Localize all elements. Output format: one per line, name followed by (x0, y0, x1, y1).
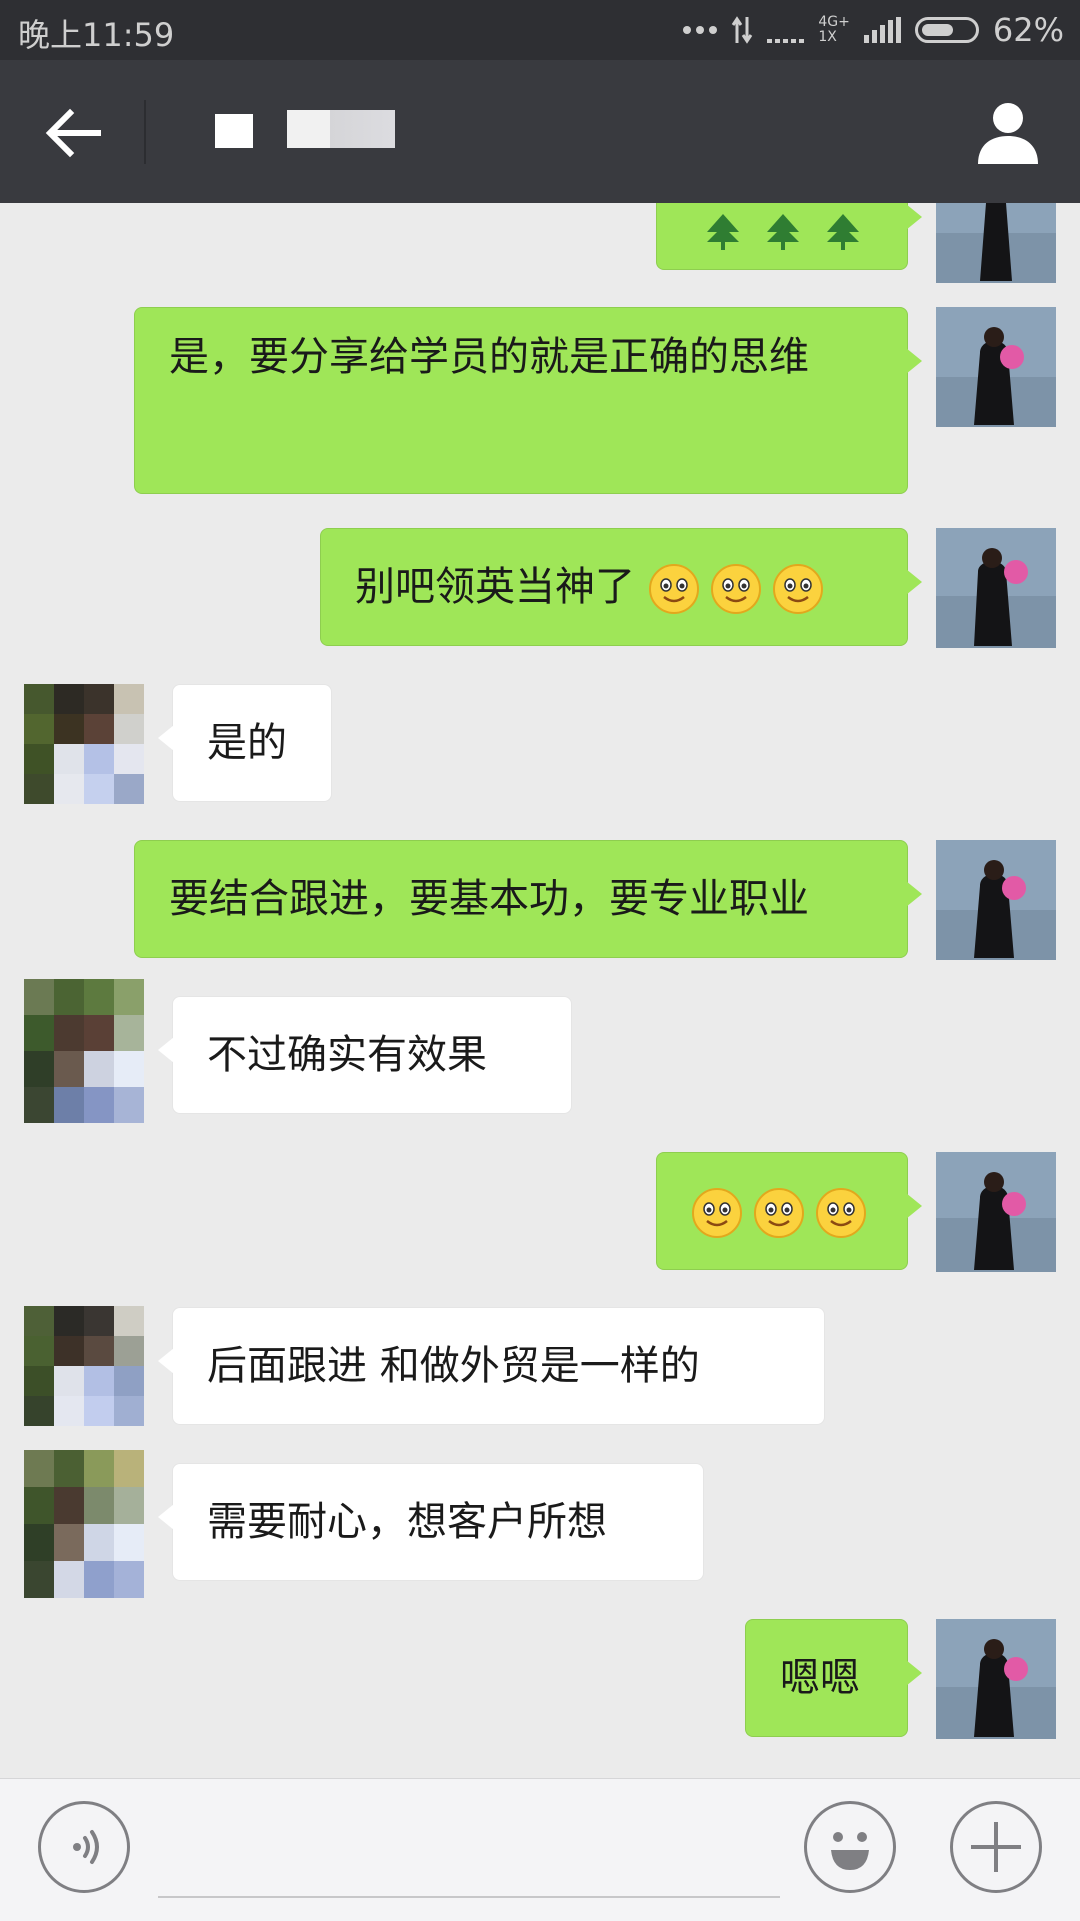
my-avatar[interactable] (936, 528, 1056, 648)
message-bubble-contact[interactable]: 后面跟进 和做外贸是一样的 (158, 1307, 825, 1425)
message-text: 别吧领英当神了 (355, 564, 635, 610)
message-bubble-mine[interactable]: 要结合跟进，要基本功，要专业职业 (134, 840, 922, 958)
smile-emoji-icon (754, 1188, 804, 1238)
more-options-button[interactable] (950, 1801, 1042, 1893)
emoji-button[interactable] (804, 1801, 896, 1893)
status-icons: 4G+ 1X 62% (683, 8, 1064, 52)
message-input[interactable] (158, 1896, 780, 1898)
status-time: 晚上11:59 (18, 16, 175, 54)
my-avatar[interactable] (936, 1619, 1056, 1739)
contact-avatar[interactable] (24, 684, 144, 804)
smile-emoji-icon (772, 564, 823, 614)
smile-emoji-icon (692, 1188, 742, 1238)
message-bubble-mine[interactable]: 别吧领英当神了 (320, 528, 922, 646)
battery-percent: 62% (992, 11, 1064, 49)
message-bubble-contact[interactable]: 是的 (158, 684, 332, 802)
contact-avatar[interactable] (24, 1306, 144, 1426)
my-avatar[interactable] (936, 307, 1056, 427)
message-text: 是的 (207, 720, 287, 766)
contact-avatar[interactable] (24, 1450, 144, 1598)
back-arrow-icon[interactable] (38, 98, 108, 168)
chat-messages[interactable]: 是，要分享给学员的就是正确的思维 别吧领英当神了 是的 要结合跟进，要基本功，要… (0, 203, 1080, 1778)
contact-avatar[interactable] (24, 979, 144, 1123)
message-bubble-contact[interactable]: 需要耐心，想客户所想 (158, 1463, 704, 1581)
message-bubble-contact[interactable]: 不过确实有效果 (158, 996, 572, 1114)
emoji-icon (831, 1832, 869, 1870)
status-bar: 晚上11:59 4G+ 1X 62% (0, 0, 1080, 60)
message-text: 要结合跟进，要基本功，要专业职业 (169, 876, 809, 922)
voice-button[interactable] (38, 1801, 130, 1893)
input-bar (0, 1778, 1080, 1921)
person-icon[interactable] (974, 98, 1042, 166)
message-bubble-mine[interactable] (656, 1152, 922, 1270)
message-text: 是，要分享给学员的就是正确的思维 (169, 334, 809, 380)
notification-dots-icon (683, 26, 718, 34)
my-avatar[interactable] (936, 203, 1056, 283)
my-avatar[interactable] (936, 840, 1056, 960)
signal-4g-icon (767, 17, 805, 43)
data-transfer-icon (732, 16, 753, 44)
redacted-contact-name-2 (287, 110, 395, 148)
message-bubble-mine[interactable]: 是，要分享给学员的就是正确的思维 (134, 307, 922, 494)
message-text: 需要耐心，想客户所想 (207, 1499, 607, 1545)
plus-icon (971, 1822, 1021, 1872)
emoji-group (691, 1187, 867, 1239)
redacted-contact-name (215, 114, 253, 148)
tree-emoji-icon (707, 214, 859, 250)
header-divider (144, 100, 146, 164)
smile-emoji-icon (710, 564, 761, 614)
network-type: 4G+ 1X (818, 14, 850, 45)
message-text: 不过确实有效果 (207, 1032, 487, 1078)
chat-header (0, 60, 1080, 203)
message-bubble-mine[interactable]: 嗯嗯 (745, 1619, 922, 1737)
voice-icon (73, 1830, 99, 1864)
smile-emoji-icon (816, 1188, 866, 1238)
my-avatar[interactable] (936, 1152, 1056, 1272)
message-bubble-mine[interactable] (656, 203, 922, 270)
smile-emoji-icon (648, 564, 699, 614)
signal-strength-icon (863, 17, 901, 43)
battery-icon (914, 17, 979, 43)
message-text: 嗯嗯 (780, 1655, 860, 1701)
emoji-group (648, 563, 824, 615)
message-text: 后面跟进 和做外贸是一样的 (207, 1343, 700, 1389)
